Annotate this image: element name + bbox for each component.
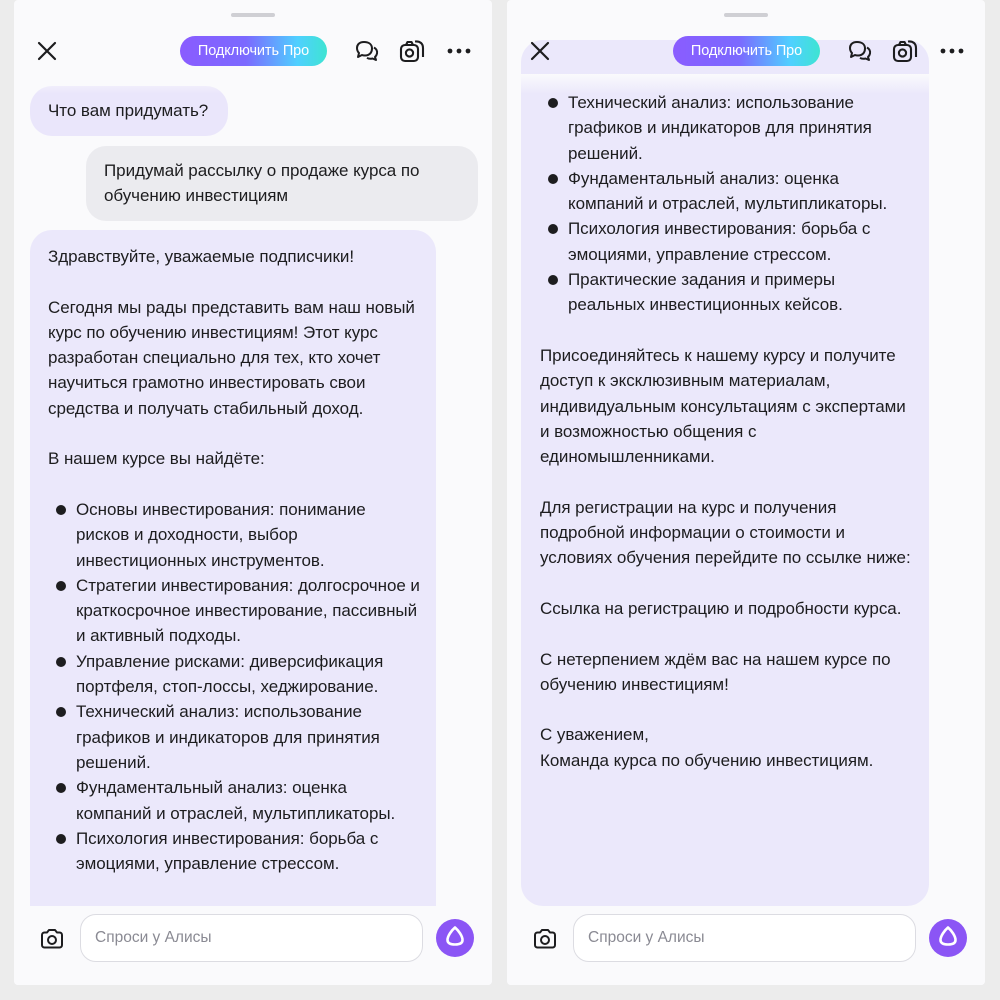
reply-register: Для регистрации на курс и получения подр… — [540, 497, 911, 568]
alice-voice-button[interactable] — [929, 919, 967, 957]
more-icon[interactable] — [444, 36, 474, 66]
ask-alice-input[interactable]: Спроси у Алисы — [80, 914, 423, 962]
scroll-fade — [14, 74, 492, 94]
signature-line-1: С уважением, — [540, 725, 649, 745]
camera-chat-icon[interactable] — [889, 35, 921, 67]
alice-reply: Здравствуйте, уважаемые подписчики! Сего… — [30, 230, 436, 985]
list-item: Фундаментальный анализ: оценка компаний … — [48, 775, 420, 826]
connect-pro-button[interactable]: Подключить Про — [180, 36, 327, 66]
list-item: Управление рисками: диверсификация портф… — [48, 649, 420, 700]
close-icon[interactable] — [32, 36, 62, 66]
chat-icon[interactable] — [352, 36, 382, 66]
alice-voice-button[interactable] — [436, 919, 474, 957]
header: Подключить Про — [507, 28, 985, 74]
scroll-fade — [507, 74, 985, 94]
chat-screen-right: Технический анализ: использование график… — [507, 0, 985, 985]
reply-list-title: В нашем курсе вы найдёте: — [48, 449, 265, 469]
reply-intro: Сегодня мы рады представить вам наш новы… — [48, 297, 415, 418]
close-icon[interactable] — [525, 36, 555, 66]
list-item: Технический анализ: использование график… — [48, 699, 420, 775]
signature-line-2: Команда курса по обучению инвестициям. — [540, 750, 874, 770]
header: Подключить Про — [14, 28, 492, 74]
camera-chat-icon[interactable] — [396, 35, 428, 67]
list-item: Психология инвестирования: борьба с эмоц… — [48, 826, 420, 877]
alice-icon — [444, 925, 466, 952]
ask-alice-input[interactable]: Спроси у Алисы — [573, 914, 916, 962]
user-message-text: Придумай рассылку о продаже курса по обу… — [104, 161, 420, 206]
sheet-grabber[interactable] — [724, 13, 768, 17]
chat-screen-left: Что вам придумать? Придумай рассылку о п… — [14, 0, 492, 985]
reply-join: Присоединяйтесь к нашему курсу и получит… — [540, 345, 906, 467]
list-item: Психология инвестирования: борьба с эмоц… — [540, 216, 913, 267]
list-item: Основы инвестирования: понимание рисков … — [48, 497, 420, 573]
reply-greeting: Здравствуйте, уважаемые подписчики! — [48, 247, 355, 266]
more-icon[interactable] — [937, 36, 967, 66]
reply-signature: С уважением, Команда курса по обучению и… — [540, 722, 913, 773]
connect-pro-button[interactable]: Подключить Про — [673, 36, 820, 66]
camera-icon[interactable] — [36, 923, 68, 955]
list-item: Практические задания и примеры реальных … — [540, 267, 913, 318]
alice-message-text: Что вам придумать? — [48, 101, 209, 121]
list-item: Фундаментальный анализ: оценка компаний … — [540, 166, 913, 217]
reply-bullet-list: Основы инвестирования: понимание рисков … — [48, 497, 420, 876]
composer-bar: Спроси у Алисы — [14, 906, 492, 985]
list-item: Стратегии инвестирования: долгосрочное и… — [48, 573, 420, 649]
reply-closing: С нетерпением ждём вас на нашем курсе по… — [540, 649, 891, 694]
reply-bullet-list: Технический анализ: использование график… — [540, 90, 913, 318]
alice-icon — [937, 925, 959, 952]
alice-reply-continued: Технический анализ: использование график… — [521, 40, 929, 906]
user-message: Придумай рассылку о продаже курса по обу… — [86, 146, 478, 221]
sheet-grabber[interactable] — [231, 13, 275, 17]
chat-icon[interactable] — [845, 36, 875, 66]
composer-bar: Спроси у Алисы — [507, 906, 985, 985]
list-item: Технический анализ: использование график… — [540, 90, 913, 166]
camera-icon[interactable] — [529, 923, 561, 955]
reply-link: Ссылка на регистрацию и подробности курс… — [540, 598, 902, 618]
